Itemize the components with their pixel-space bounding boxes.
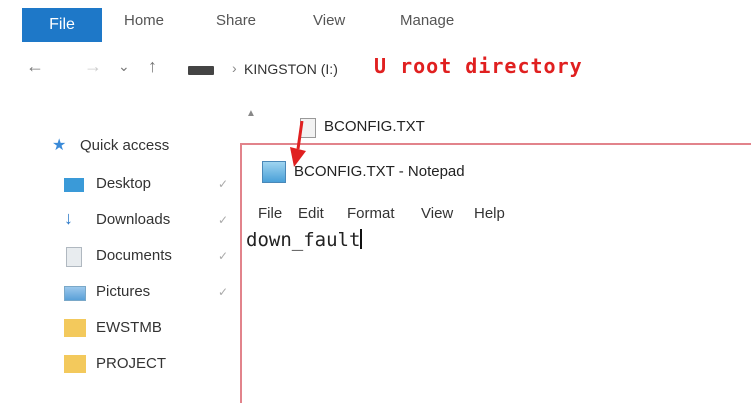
- annotation-label: U root directory: [374, 54, 583, 78]
- menu-file[interactable]: File: [258, 205, 282, 222]
- address-bar: ← → ⌄ ↑ › KINGSTON (I:) U root directory: [0, 52, 751, 86]
- sidebar-item-label: Downloads: [96, 211, 171, 228]
- forward-icon[interactable]: →: [84, 56, 102, 77]
- breadcrumb-separator[interactable]: ›: [232, 60, 237, 76]
- sidebar-item-label: Quick access: [80, 137, 170, 154]
- up-icon[interactable]: ↑: [148, 56, 157, 77]
- document-icon: [66, 247, 82, 267]
- sidebar-item-downloads[interactable]: ↓ Downloads ✓: [0, 206, 240, 236]
- navigation-pane: ★ Quick access Desktop ✓ ↓ Downloads ✓ D…: [0, 120, 240, 401]
- sidebar-item-documents[interactable]: Documents ✓: [0, 242, 240, 272]
- file-name: BCONFIG.TXT: [324, 118, 425, 135]
- desktop-icon: [64, 178, 84, 192]
- folder-icon: [64, 355, 86, 373]
- notepad-window[interactable]: BCONFIG.TXT - Notepad File Edit Format V…: [240, 121, 751, 403]
- sidebar-item-label: Desktop: [96, 175, 152, 192]
- tab-share[interactable]: Share: [216, 12, 256, 29]
- recent-locations-icon[interactable]: ⌄: [118, 58, 130, 75]
- menu-edit[interactable]: Edit: [298, 205, 324, 222]
- pin-icon[interactable]: ✓: [218, 177, 228, 191]
- ribbon: File Home Share View Manage: [0, 0, 751, 46]
- folder-icon: [64, 319, 86, 337]
- tab-file[interactable]: File: [22, 8, 102, 42]
- tab-manage[interactable]: Manage: [400, 12, 454, 29]
- sidebar-item-label: EWSTMB: [96, 319, 162, 336]
- window-title: BCONFIG.TXT - Notepad: [294, 163, 465, 180]
- sidebar-item-label: Pictures: [96, 283, 151, 300]
- pictures-icon: [64, 286, 86, 301]
- sidebar-item-desktop[interactable]: Desktop ✓: [0, 170, 240, 200]
- star-icon: ★: [52, 137, 67, 154]
- menu-format[interactable]: Format: [347, 205, 395, 222]
- tab-home[interactable]: Home: [124, 12, 164, 29]
- pin-icon[interactable]: ✓: [218, 213, 228, 227]
- breadcrumb[interactable]: KINGSTON (I:): [244, 61, 338, 77]
- sidebar-item-label: PROJECT: [96, 355, 167, 372]
- download-icon: ↓: [64, 208, 73, 228]
- sidebar-item-label: Documents: [96, 247, 172, 264]
- pin-icon[interactable]: ✓: [218, 285, 228, 299]
- scroll-up-icon[interactable]: ▲: [246, 108, 256, 119]
- sidebar-item-ewstmb[interactable]: EWSTMB: [0, 314, 240, 344]
- tab-view[interactable]: View: [313, 12, 345, 29]
- drive-icon: [188, 66, 214, 75]
- menu-view[interactable]: View: [421, 205, 453, 222]
- editor-content: down_fault: [246, 229, 361, 251]
- back-icon[interactable]: ←: [26, 56, 44, 77]
- menu-help[interactable]: Help: [474, 205, 505, 222]
- text-caret: [360, 229, 363, 249]
- sidebar-item-project[interactable]: PROJECT: [0, 350, 240, 380]
- sidebar-item-quick-access[interactable]: ★ Quick access: [0, 132, 240, 162]
- red-arrow-icon: [290, 121, 306, 167]
- pin-icon[interactable]: ✓: [218, 249, 228, 263]
- notepad-titlebar[interactable]: BCONFIG.TXT - Notepad: [242, 121, 751, 193]
- sidebar-item-pictures[interactable]: Pictures ✓: [0, 278, 240, 308]
- text-editor[interactable]: down_fault: [246, 229, 363, 251]
